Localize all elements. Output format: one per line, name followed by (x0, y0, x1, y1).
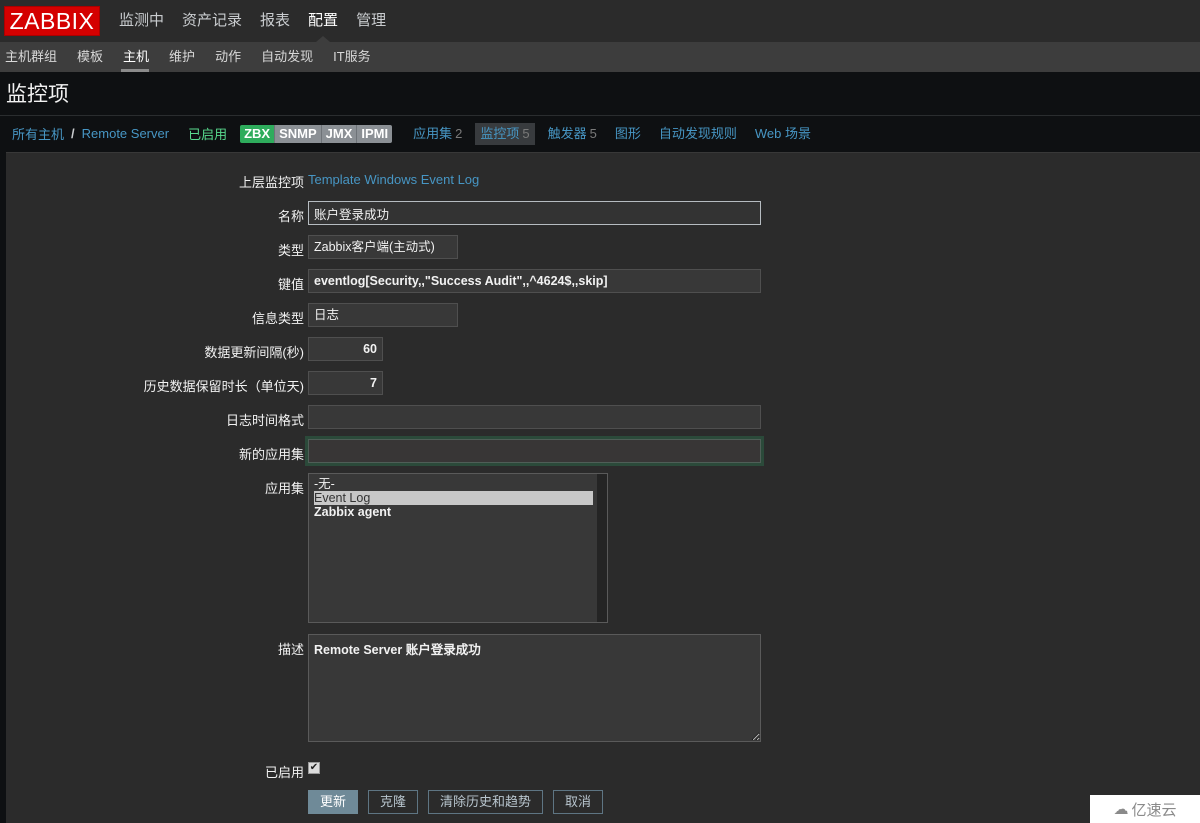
applications-listbox[interactable]: -无- Event Log Zabbix agent (308, 473, 608, 623)
host-navigation: 所有主机 / Remote Server 已启用 ZBX SNMP JMX IP… (0, 116, 1200, 151)
clone-button[interactable]: 克隆 (368, 790, 419, 814)
breadcrumb-host[interactable]: Remote Server (82, 126, 169, 141)
tab-web-scenarios[interactable]: Web 场景 (750, 123, 816, 145)
top-bar: ZABBIX 监测中 资产记录 报表 配置 管理 (0, 0, 1200, 42)
submenu-discovery[interactable]: 自动发现 (256, 42, 323, 72)
info-type-value: 日志 (308, 303, 458, 327)
name-label: 名称 (277, 209, 304, 224)
application-option[interactable]: Zabbix agent (314, 505, 593, 519)
tab-items[interactable]: 监控项 5 (475, 122, 535, 145)
watermark: ☁ 亿速云 (1090, 795, 1200, 823)
menu-inventory[interactable]: 资产记录 (173, 0, 251, 42)
menu-administration[interactable]: 管理 (347, 0, 395, 42)
tab-label: Web 场景 (754, 125, 811, 141)
new-application-input[interactable] (308, 439, 761, 463)
tab-label: 触发器 (547, 125, 587, 141)
availability-badges: ZBX SNMP JMX IPMI (240, 124, 393, 143)
zabbix-logo[interactable]: ZABBIX (4, 6, 100, 36)
application-option[interactable]: -无- (314, 477, 593, 491)
type-label: 类型 (277, 243, 304, 258)
menu-monitoring[interactable]: 监测中 (110, 0, 173, 42)
description-textarea[interactable]: Remote Server 账户登录成功 (308, 634, 761, 742)
application-option[interactable]: Event Log (314, 491, 593, 505)
description-label: 描述 (277, 642, 304, 657)
tab-count: 5 (589, 125, 597, 141)
submenu-templates[interactable]: 模板 (72, 42, 113, 72)
submenu-it-services[interactable]: IT服务 (328, 42, 381, 72)
enabled-label: 已启用 (264, 765, 304, 780)
badge-jmx: JMX (321, 124, 358, 143)
tab-discovery-rules[interactable]: 自动发现规则 (654, 123, 742, 145)
listbox-scrollbar[interactable] (597, 474, 607, 622)
parent-item-label: 上层监控项 (238, 175, 304, 190)
tab-label: 图形 (614, 125, 641, 141)
submenu-host-groups[interactable]: 主机群组 (0, 42, 67, 72)
host-status: 已启用 (188, 127, 228, 142)
watermark-text: 亿速云 (1131, 801, 1177, 819)
key-input[interactable] (308, 269, 761, 293)
name-input[interactable] (308, 201, 761, 225)
enabled-checkbox[interactable]: ✔ (308, 762, 320, 774)
interval-label: 数据更新间隔(秒) (204, 345, 304, 360)
page-title: 监控项 (0, 72, 1200, 116)
row-applications: 应用集 -无- Event Log Zabbix agent (6, 473, 1200, 623)
breadcrumb-all-hosts[interactable]: 所有主机 (12, 124, 64, 143)
new-application-label: 新的应用集 (238, 447, 304, 462)
badge-snmp: SNMP (275, 124, 322, 143)
menu-reports[interactable]: 报表 (251, 0, 299, 42)
tab-count: 2 (455, 125, 463, 141)
history-label: 历史数据保留时长（单位天) (143, 379, 304, 394)
tab-label: 应用集 (413, 125, 453, 141)
breadcrumb-separator: / (71, 126, 75, 141)
badge-ipmi: IPMI (357, 124, 393, 143)
log-format-label: 日志时间格式 (225, 413, 304, 428)
button-group: 更新 克隆 清除历史和趋势 取消 (308, 790, 604, 814)
log-format-input[interactable] (308, 405, 761, 429)
badge-zbx: ZBX (240, 124, 276, 143)
history-input[interactable] (308, 371, 383, 395)
tab-label: 自动发现规则 (658, 125, 737, 141)
applications-label: 应用集 (264, 481, 304, 496)
host-tabs: 应用集 2 监控项 5 触发器 5 图形 自动发现规则 Web 场景 (408, 122, 824, 145)
main-menu: 监测中 资产记录 报表 配置 管理 (110, 0, 395, 42)
parent-item-link[interactable]: Template Windows Event Log (308, 172, 479, 187)
submenu-actions[interactable]: 动作 (210, 42, 251, 72)
tab-triggers[interactable]: 触发器 5 (543, 123, 602, 145)
key-label: 键值 (277, 277, 304, 292)
menu-configuration[interactable]: 配置 (299, 0, 347, 42)
clear-history-button[interactable]: 清除历史和趋势 (428, 790, 544, 814)
tab-applications[interactable]: 应用集 2 (408, 123, 467, 145)
update-button[interactable]: 更新 (308, 790, 359, 814)
cloud-icon: ☁ (1113, 801, 1129, 818)
item-form: 上层监控项 Template Windows Event Log 名称 类型 Z… (6, 152, 1200, 823)
type-value: Zabbix客户端(主动式) (308, 235, 458, 259)
tab-count: 5 (522, 125, 530, 141)
tab-graphs[interactable]: 图形 (610, 123, 646, 145)
sub-menu: 主机群组 模板 主机 维护 动作 自动发现 IT服务 (0, 42, 1200, 72)
cancel-button[interactable]: 取消 (553, 790, 604, 814)
submenu-hosts[interactable]: 主机 (118, 42, 159, 72)
submenu-maintenance[interactable]: 维护 (164, 42, 205, 72)
checkmark-icon: ✔ (309, 762, 319, 773)
tab-label: 监控项 (480, 125, 520, 141)
info-type-label: 信息类型 (251, 311, 304, 326)
interval-input[interactable] (308, 337, 383, 361)
